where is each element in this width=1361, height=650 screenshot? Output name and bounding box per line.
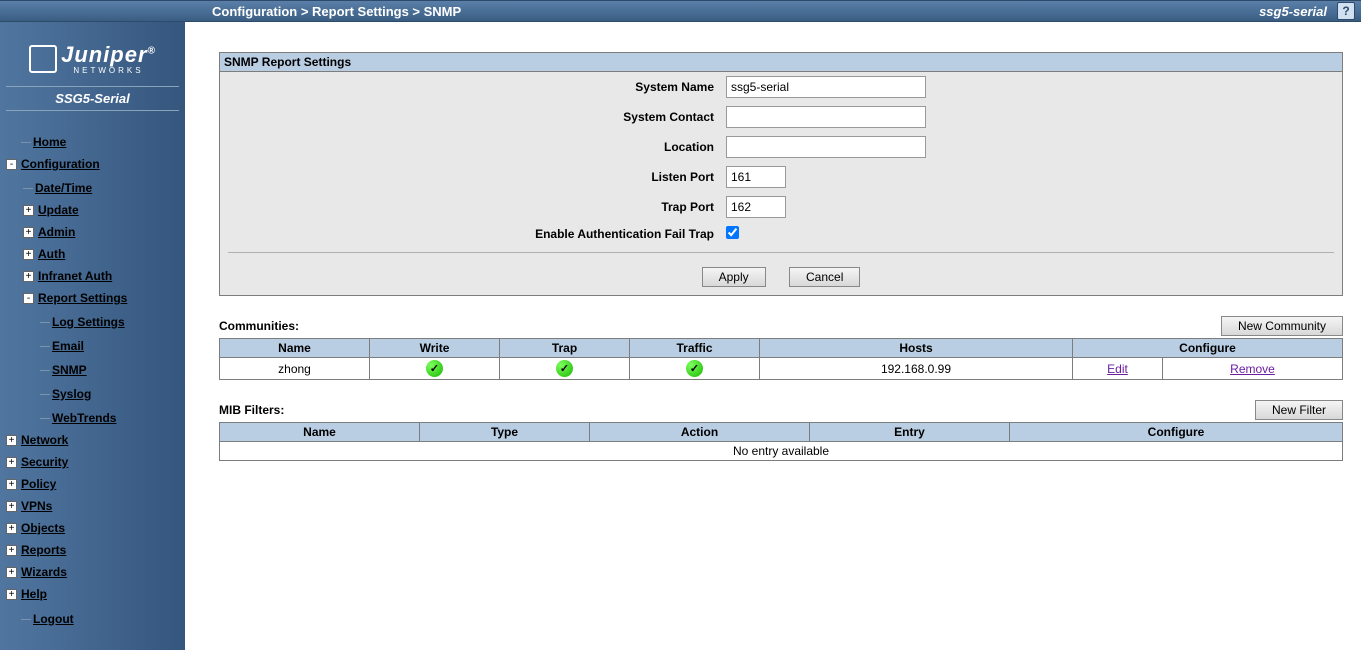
auth-fail-checkbox[interactable]: [726, 226, 739, 239]
listen-port-input[interactable]: [726, 166, 786, 188]
nav-help[interactable]: Help: [21, 584, 47, 605]
cell-hosts: 192.168.0.99: [760, 358, 1073, 380]
mib-col-entry: Entry: [810, 423, 1010, 442]
expand-icon[interactable]: +: [6, 523, 17, 534]
communities-table: Name Write Trap Traffic Hosts Configure …: [219, 338, 1343, 380]
remove-link[interactable]: Remove: [1230, 362, 1275, 376]
expand-icon[interactable]: +: [6, 545, 17, 556]
apply-button[interactable]: Apply: [702, 267, 766, 287]
collapse-icon[interactable]: -: [6, 159, 17, 170]
label-listen-port: Listen Port: [220, 162, 720, 192]
col-name: Name: [220, 339, 370, 358]
nav-email[interactable]: Email: [52, 336, 84, 357]
expand-icon[interactable]: +: [23, 227, 34, 238]
expand-icon[interactable]: +: [23, 249, 34, 260]
nav-network[interactable]: Network: [21, 430, 68, 451]
check-icon: ✓: [556, 360, 573, 377]
nav-report-settings[interactable]: Report Settings: [38, 288, 127, 309]
expand-icon[interactable]: +: [6, 435, 17, 446]
nav-infranet[interactable]: Infranet Auth: [38, 266, 112, 287]
col-hosts: Hosts: [760, 339, 1073, 358]
col-trap: Trap: [500, 339, 630, 358]
topbar-device: ssg5-serial: [1259, 4, 1327, 19]
logo: Juniper® NETWORKS: [6, 42, 179, 76]
panel-title: SNMP Report Settings: [220, 53, 1342, 72]
nav-security[interactable]: Security: [21, 452, 68, 473]
expand-icon[interactable]: +: [6, 479, 17, 490]
nav-configuration[interactable]: Configuration: [21, 154, 100, 175]
collapse-icon[interactable]: -: [23, 293, 34, 304]
nav-webtrends[interactable]: WebTrends: [52, 408, 116, 429]
breadcrumb: Configuration > Report Settings > SNMP: [212, 4, 1259, 19]
nav-snmp[interactable]: SNMP: [52, 360, 87, 381]
table-row: zhong ✓ ✓ ✓ 192.168.0.99 Edit Remove: [220, 358, 1343, 380]
expand-icon[interactable]: +: [6, 589, 17, 600]
nav-policy[interactable]: Policy: [21, 474, 56, 495]
mib-title: MIB Filters:: [219, 403, 284, 417]
col-configure: Configure: [1073, 339, 1343, 358]
nav-log-settings[interactable]: Log Settings: [52, 312, 125, 333]
brand-name: Juniper: [61, 42, 147, 67]
nav-update[interactable]: Update: [38, 200, 79, 221]
expand-icon[interactable]: +: [6, 501, 17, 512]
col-write: Write: [370, 339, 500, 358]
nav-objects[interactable]: Objects: [21, 518, 65, 539]
nav-logout[interactable]: Logout: [33, 609, 74, 630]
mib-empty: No entry available: [220, 442, 1343, 461]
settings-panel: SNMP Report Settings System Name System …: [219, 52, 1343, 296]
nav-vpns[interactable]: VPNs: [21, 496, 52, 517]
label-trap-port: Trap Port: [220, 192, 720, 222]
label-system-contact: System Contact: [220, 102, 720, 132]
nav-admin[interactable]: Admin: [38, 222, 75, 243]
sidebar-device: SSG5-Serial: [6, 86, 179, 111]
nav-tree: Home -Configuration Date/Time +Update +A…: [6, 129, 179, 630]
help-icon[interactable]: ?: [1337, 2, 1355, 20]
cell-name: zhong: [220, 358, 370, 380]
mib-col-name: Name: [220, 423, 420, 442]
expand-icon[interactable]: +: [23, 271, 34, 282]
trap-port-input[interactable]: [726, 196, 786, 218]
check-icon: ✓: [686, 360, 703, 377]
nav-wizards[interactable]: Wizards: [21, 562, 67, 583]
expand-icon[interactable]: +: [23, 205, 34, 216]
sidebar: Juniper® NETWORKS SSG5-Serial Home -Conf…: [0, 22, 185, 650]
expand-icon[interactable]: +: [6, 567, 17, 578]
nav-home[interactable]: Home: [33, 132, 66, 153]
mib-table: Name Type Action Entry Configure No entr…: [219, 422, 1343, 461]
edit-link[interactable]: Edit: [1107, 362, 1128, 376]
location-input[interactable]: [726, 136, 926, 158]
brand-sub: NETWORKS: [61, 66, 156, 75]
mib-col-type: Type: [420, 423, 590, 442]
nav-datetime[interactable]: Date/Time: [35, 178, 92, 199]
communities-title: Communities:: [219, 319, 299, 333]
new-filter-button[interactable]: New Filter: [1255, 400, 1343, 420]
system-name-input[interactable]: [726, 76, 926, 98]
label-system-name: System Name: [220, 72, 720, 102]
nav-reports[interactable]: Reports: [21, 540, 66, 561]
main-content: SNMP Report Settings System Name System …: [185, 22, 1361, 650]
cancel-button[interactable]: Cancel: [789, 267, 860, 287]
mib-col-action: Action: [590, 423, 810, 442]
divider: [228, 252, 1334, 253]
label-auth-fail: Enable Authentication Fail Trap: [220, 222, 720, 246]
top-bar: Configuration > Report Settings > SNMP s…: [0, 0, 1361, 22]
nav-auth[interactable]: Auth: [38, 244, 65, 265]
label-location: Location: [220, 132, 720, 162]
col-traffic: Traffic: [630, 339, 760, 358]
mib-col-configure: Configure: [1010, 423, 1343, 442]
new-community-button[interactable]: New Community: [1221, 316, 1343, 336]
system-contact-input[interactable]: [726, 106, 926, 128]
nav-syslog[interactable]: Syslog: [52, 384, 91, 405]
expand-icon[interactable]: +: [6, 457, 17, 468]
check-icon: ✓: [426, 360, 443, 377]
logo-mark-icon: [29, 45, 57, 73]
